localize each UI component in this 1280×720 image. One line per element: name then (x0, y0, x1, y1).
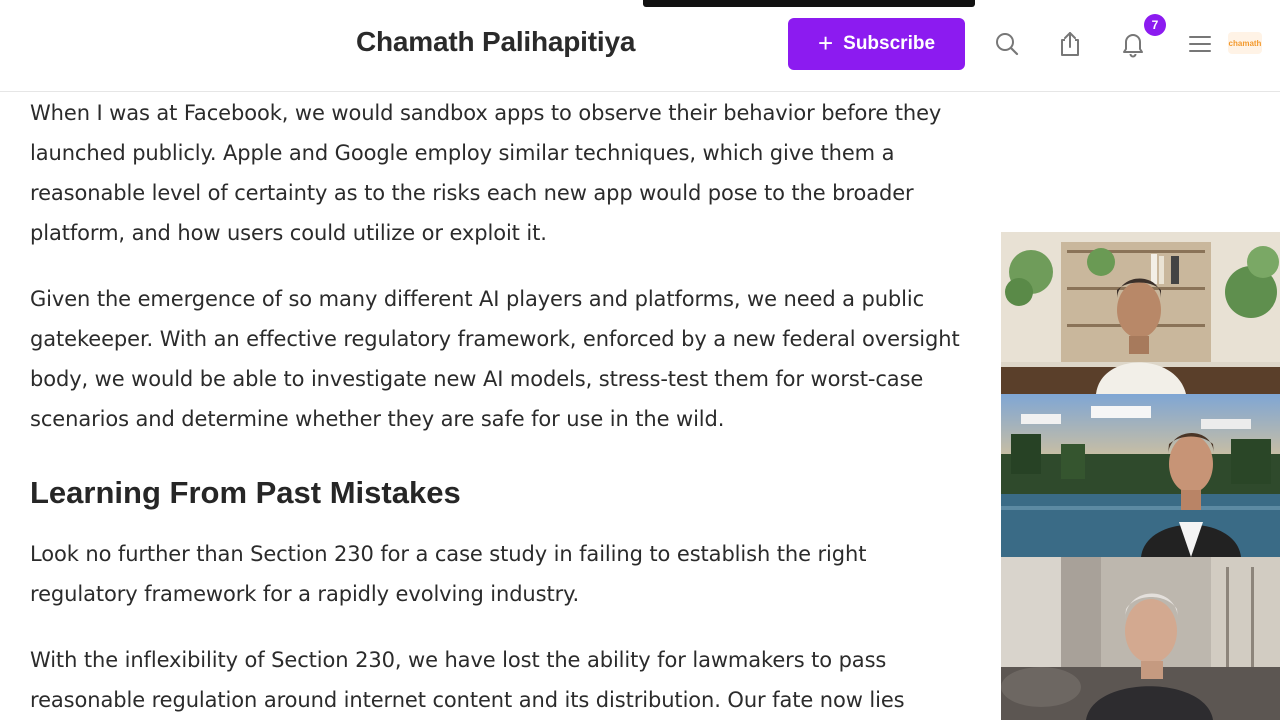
plus-icon: + (817, 28, 834, 58)
participant-video-3 (1001, 557, 1280, 720)
video-tile-3 (1001, 557, 1280, 720)
video-tile-2 (1001, 394, 1280, 557)
overlay-tab (643, 0, 975, 7)
article-paragraph-2: Given the emergence of so many different… (30, 287, 960, 431)
top-nav-bar: Chamath Palihapitiya + Subscribe 7 chama… (0, 0, 1280, 92)
article-paragraph-4: With the inflexibility of Section 230, w… (30, 648, 905, 712)
search-icon (996, 33, 1019, 56)
subscribe-label: Subscribe (843, 33, 936, 54)
article-paragraph-3: Look no further than Section 230 for a c… (30, 542, 867, 606)
subscribe-button[interactable]: + Subscribe (788, 18, 965, 70)
video-call-panel (1001, 232, 1280, 720)
notification-badge: 7 (1144, 14, 1166, 36)
menu-icon (1189, 36, 1211, 52)
avatar[interactable]: chamath (1228, 32, 1262, 54)
share-button[interactable] (1050, 24, 1090, 64)
video-tile-1 (1001, 232, 1280, 394)
share-icon (1061, 32, 1079, 56)
section-heading: Learning From Past Mistakes (30, 475, 461, 510)
menu-button[interactable] (1180, 24, 1220, 64)
article-body: When I was at Facebook, we would sandbox… (30, 92, 990, 720)
bell-icon (1123, 34, 1143, 58)
participant-video-1 (1001, 232, 1280, 394)
search-button[interactable] (987, 24, 1027, 64)
article-paragraph-1: When I was at Facebook, we would sandbox… (30, 101, 942, 245)
publication-title[interactable]: Chamath Palihapitiya (356, 26, 635, 58)
participant-video-2 (1001, 394, 1280, 557)
